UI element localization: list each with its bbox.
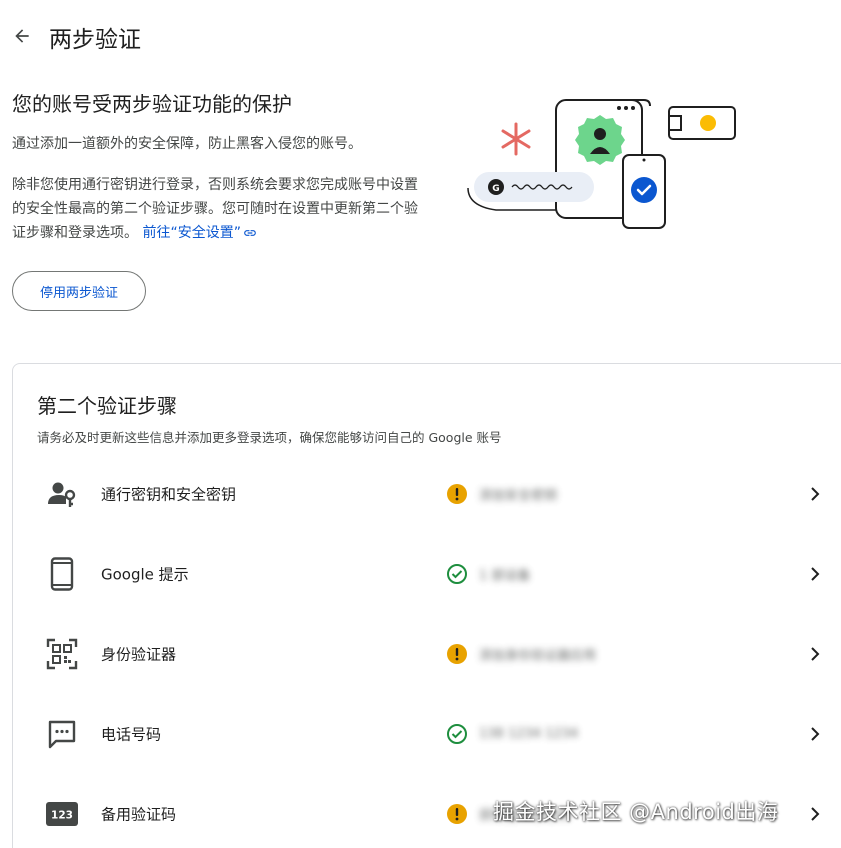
- top-app-bar: 两步验证: [0, 0, 841, 70]
- list-item-label: 备用验证码: [101, 805, 177, 824]
- chevron-right-icon: [811, 567, 820, 581]
- hero-details: 除非您使用通行密钥进行登录，否则系统会要求您完成账号中设置的安全性最高的第二个验…: [12, 173, 422, 245]
- qr-code-icon: [45, 637, 79, 671]
- list-item-status: 1 部设备: [479, 568, 531, 584]
- svg-text:123: 123: [51, 810, 73, 822]
- list-item-label: 身份验证器: [101, 645, 177, 664]
- disable-2sv-button[interactable]: 停用两步验证: [12, 271, 146, 311]
- watermark: 掘金技术社区 @Android出海: [493, 800, 779, 824]
- check-circle-icon: [447, 724, 467, 744]
- list-item-status: 添加身份验证器应用: [479, 648, 597, 664]
- second-step-subtitle: 请务必及时更新这些信息并添加更多登录选项，确保您能够访问自己的 Google 账…: [37, 430, 502, 445]
- security-illustration: G: [467, 99, 736, 229]
- list-item-label: 电话号码: [101, 725, 162, 744]
- security-settings-link-text: 前往“安全设置”: [142, 225, 241, 241]
- check-circle-icon: [631, 177, 657, 203]
- page-title: 两步验证: [49, 27, 141, 53]
- second-step-title: 第二个验证步骤: [37, 394, 177, 418]
- list-item-label: Google 提示: [101, 565, 189, 584]
- list-item-passkeys[interactable]: 通行密钥和安全密钥 添加安全密钥: [13, 454, 841, 534]
- chevron-right-icon: [811, 807, 820, 821]
- chevron-right-icon: [811, 647, 820, 661]
- warning-icon: [447, 644, 467, 664]
- second-step-card: 第二个验证步骤 请务必及时更新这些信息并添加更多登录选项，确保您能够访问自己的 …: [12, 363, 841, 848]
- check-circle-icon: [447, 564, 467, 584]
- hero-title: 您的账号受两步验证功能的保护: [12, 92, 292, 116]
- asterisk-icon: [501, 122, 531, 156]
- backup-codes-icon: 123: [45, 797, 79, 831]
- passkey-icon: [45, 477, 79, 511]
- svg-text:G: G: [492, 184, 499, 194]
- chevron-right-icon: [811, 727, 820, 741]
- list-item-google-prompt[interactable]: Google 提示 1 部设备: [13, 534, 841, 614]
- phone-icon: [45, 557, 79, 591]
- list-item-status: 138 1234 1234: [479, 726, 579, 742]
- list-item-authenticator[interactable]: 身份验证器 添加身份验证器应用: [13, 614, 841, 694]
- warning-icon: [447, 804, 467, 824]
- message-icon: [45, 717, 79, 751]
- list-item-phone-number[interactable]: 电话号码 138 1234 1234: [13, 694, 841, 774]
- arrow-back-icon: [15, 29, 29, 43]
- warning-icon: [447, 484, 467, 504]
- link-icon: [244, 230, 256, 236]
- security-settings-link[interactable]: 前往“安全设置”: [142, 225, 257, 241]
- list-item-label: 通行密钥和安全密钥: [101, 485, 237, 504]
- back-button[interactable]: [8, 22, 36, 50]
- list-item-status: 添加安全密钥: [479, 488, 558, 504]
- chevron-right-icon: [811, 487, 820, 501]
- hero-description: 通过添加一道额外的安全保障，防止黑客入侵您的账号。: [12, 136, 362, 152]
